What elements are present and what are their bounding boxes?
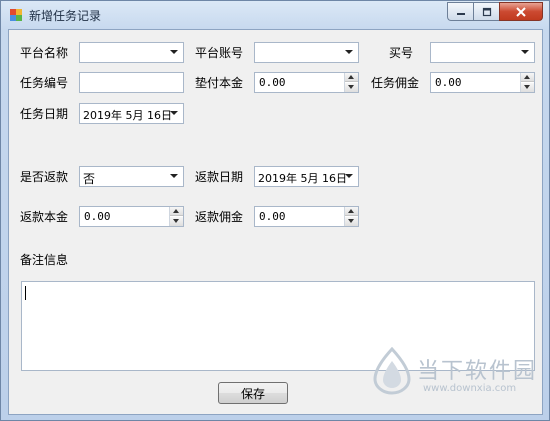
text-caret: [25, 286, 26, 300]
minimize-icon: [456, 12, 465, 15]
refund-date-label: 返款日期: [195, 170, 244, 184]
spin-down-button[interactable]: [345, 83, 358, 92]
task-no-label: 任务编号: [20, 76, 69, 90]
maximize-icon: [482, 7, 491, 16]
advance-principal-value: 0.00: [259, 76, 286, 89]
refunded-value: 否: [83, 172, 96, 186]
task-commission-spinner[interactable]: 0.00: [430, 72, 535, 93]
spin-down-button[interactable]: [521, 83, 534, 92]
platform-name-combo[interactable]: [79, 42, 184, 63]
refunded-label: 是否返款: [20, 170, 69, 184]
maximize-button[interactable]: [473, 2, 499, 21]
refund-principal-spinner[interactable]: 0.00: [79, 206, 184, 227]
chevron-down-icon: [170, 174, 178, 178]
title-bar[interactable]: 新增任务记录: [1, 1, 549, 29]
spin-buttons: [169, 207, 183, 226]
window-title: 新增任务记录: [29, 9, 102, 23]
notes-label: 备注信息: [20, 253, 69, 267]
platform-account-combo[interactable]: [254, 42, 359, 63]
task-date-picker[interactable]: 2019年 5月 16日: [79, 103, 184, 124]
app-icon: [10, 9, 22, 21]
spin-up-button[interactable]: [170, 207, 183, 216]
spin-up-button[interactable]: [345, 207, 358, 216]
refunded-combo[interactable]: 否: [79, 166, 184, 187]
task-commission-value: 0.00: [435, 76, 462, 89]
refund-date-picker[interactable]: 2019年 5月 16日: [254, 166, 359, 187]
buyer-label: 买号: [389, 46, 414, 60]
watermark: 当下软件园 www.downxia.com: [371, 347, 543, 403]
watermark-logo-icon: [373, 347, 411, 395]
platform-account-label: 平台账号: [195, 46, 244, 60]
chevron-down-icon: [345, 50, 353, 54]
chevron-down-icon: [170, 50, 178, 54]
spin-down-button[interactable]: [345, 217, 358, 226]
app-window: 新增任务记录 平台名称 平台账号 买号 任务编号 垫付本金 0.00 任务佣金 …: [0, 0, 550, 421]
spin-up-button[interactable]: [521, 73, 534, 82]
spin-buttons: [344, 73, 358, 92]
advance-principal-spinner[interactable]: 0.00: [254, 72, 359, 93]
advance-principal-label: 垫付本金: [195, 76, 244, 90]
task-date-label: 任务日期: [20, 107, 69, 121]
task-commission-label: 任务佣金: [371, 76, 420, 90]
buyer-combo[interactable]: [430, 42, 535, 63]
chevron-down-icon: [521, 50, 529, 54]
refund-commission-value: 0.00: [259, 210, 286, 223]
task-date-value: 2019年 5月 16日: [83, 109, 172, 122]
task-no-input[interactable]: [79, 72, 184, 93]
refund-date-value: 2019年 5月 16日: [258, 172, 347, 185]
refund-commission-spinner[interactable]: 0.00: [254, 206, 359, 227]
platform-name-label: 平台名称: [20, 46, 69, 60]
chevron-down-icon: [170, 111, 178, 115]
spin-up-button[interactable]: [345, 73, 358, 82]
refund-principal-value: 0.00: [84, 210, 111, 223]
caption-buttons: [447, 2, 543, 22]
spin-buttons: [344, 207, 358, 226]
minimize-button[interactable]: [447, 2, 473, 21]
refund-commission-label: 返款佣金: [195, 210, 244, 224]
refund-principal-label: 返款本金: [20, 210, 69, 224]
spin-down-button[interactable]: [170, 217, 183, 226]
close-button[interactable]: [499, 2, 543, 21]
spin-buttons: [520, 73, 534, 92]
watermark-url: www.downxia.com: [423, 383, 517, 394]
watermark-title: 当下软件园: [417, 359, 538, 384]
chevron-down-icon: [345, 174, 353, 178]
save-button[interactable]: 保存: [218, 382, 288, 404]
close-icon: [516, 6, 526, 17]
